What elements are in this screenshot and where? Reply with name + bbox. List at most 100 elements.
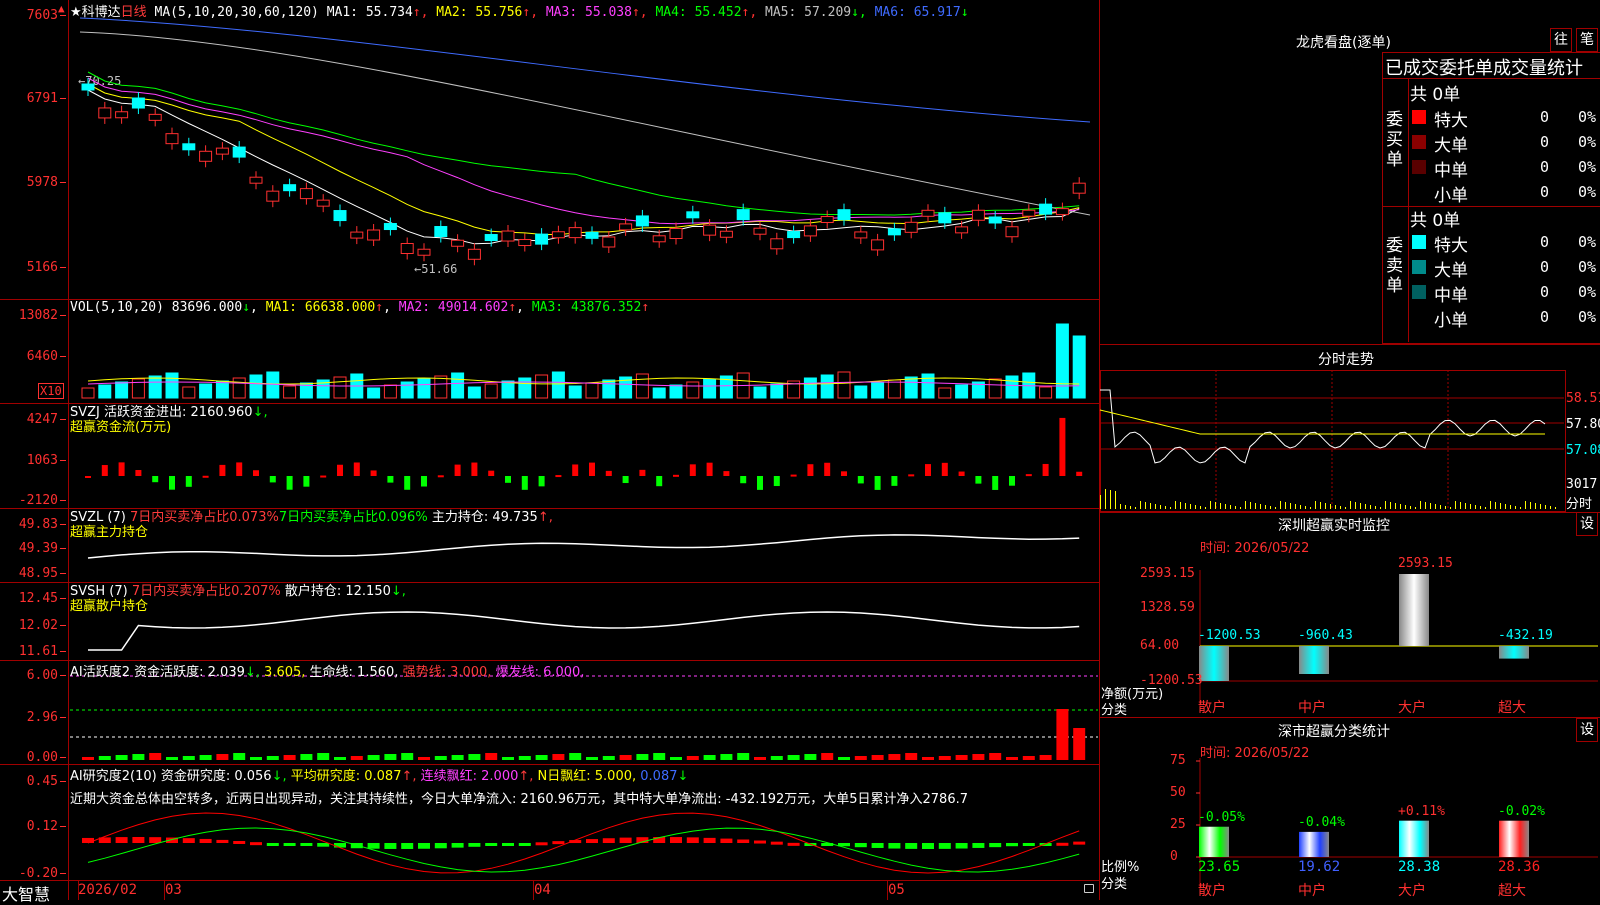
intraday-vol-89 — [1545, 505, 1546, 509]
intraday-vol-12 — [1160, 505, 1161, 509]
intraday-vol-13 — [1165, 506, 1166, 509]
monitor-axis-3: -1200.53 — [1140, 673, 1203, 688]
intraday-vol-9 — [1145, 502, 1146, 509]
monitor-bar-2 — [1399, 574, 1429, 646]
intraday-avg-line — [1099, 409, 1545, 435]
intraday-vol-81 — [1505, 504, 1506, 509]
monitor-category-1: 中户 — [1298, 700, 1326, 716]
classify-axis-2: 25 — [1170, 817, 1186, 832]
monitor-bar-1 — [1299, 646, 1329, 675]
intraday-vol-49 — [1345, 507, 1346, 509]
intraday-vol-84 — [1520, 507, 1521, 509]
intraday-vol-64 — [1420, 501, 1421, 509]
intraday-vol-43 — [1315, 501, 1316, 509]
intraday-vol-87 — [1535, 503, 1536, 509]
classify-bar-3 — [1499, 820, 1529, 857]
intraday-vol-62 — [1410, 506, 1411, 509]
intraday-vol-29 — [1245, 501, 1246, 509]
intraday-vol-3 — [1115, 491, 1116, 509]
classify-axis-3: 0 — [1170, 849, 1178, 864]
classify-bar-0 — [1199, 826, 1229, 857]
intraday-vol-1 — [1105, 489, 1106, 509]
intraday-vol-38 — [1290, 503, 1291, 509]
intraday-vol-8 — [1140, 501, 1141, 509]
intraday-vol-80 — [1500, 503, 1501, 509]
intraday-vol-32 — [1260, 504, 1261, 509]
intraday-vol-31 — [1255, 503, 1256, 509]
intraday-vol-86 — [1530, 502, 1531, 509]
intraday-vol-16 — [1180, 502, 1181, 509]
intraday-vol-28 — [1240, 507, 1241, 509]
intraday-vol-61 — [1405, 505, 1406, 509]
intraday-vol-82 — [1510, 505, 1511, 509]
monitor-category-0: 散户 — [1198, 700, 1226, 716]
intraday-vol-17 — [1185, 503, 1186, 509]
intraday-vol-71 — [1455, 501, 1456, 509]
monitor-bar-label-0: -1200.53 — [1198, 628, 1261, 643]
monitor-axis-1: 1328.59 — [1140, 600, 1195, 615]
intraday-vol-91 — [1555, 507, 1556, 509]
classify-category-1: 中户 — [1298, 883, 1326, 899]
intraday-vol-83 — [1515, 506, 1516, 509]
classify-axis-1: 50 — [1170, 785, 1186, 800]
classify-category-0: 散户 — [1198, 883, 1226, 899]
classify-value-0: 23.65 — [1198, 859, 1241, 875]
monitor-bar-0 — [1199, 646, 1229, 681]
intraday-vol-78 — [1490, 501, 1491, 509]
intraday-vol-76 — [1480, 506, 1481, 509]
intraday-vol-19 — [1195, 505, 1196, 509]
intraday-vol-15 — [1175, 501, 1176, 509]
classify-value-2: 28.38 — [1398, 859, 1441, 875]
intraday-vol-70 — [1450, 507, 1451, 509]
intraday-vol-52 — [1360, 503, 1361, 509]
intraday-vol-34 — [1270, 506, 1271, 509]
intraday-vol-58 — [1390, 502, 1391, 509]
intraday-vol-51 — [1355, 502, 1356, 509]
intraday-vol-85 — [1525, 501, 1526, 509]
classify-category-3: 超大 — [1498, 883, 1526, 899]
intraday-vol-54 — [1370, 505, 1371, 509]
intraday-vol-72 — [1460, 502, 1461, 509]
intraday-vol-39 — [1295, 504, 1296, 509]
intraday-vol-37 — [1285, 502, 1286, 509]
classify-value-1: 19.62 — [1298, 859, 1341, 875]
intraday-vol-5 — [1125, 505, 1126, 509]
classify-change-1: -0.04% — [1298, 814, 1345, 830]
monitor-axis-0: 2593.15 — [1140, 566, 1195, 581]
intraday-vol-23 — [1215, 502, 1216, 509]
intraday-vol-42 — [1310, 507, 1311, 509]
intraday-vol-65 — [1425, 502, 1426, 509]
monitor-bar-label-2: 2593.15 — [1398, 556, 1453, 571]
intraday-vol-63 — [1415, 507, 1416, 509]
intraday-vol-24 — [1220, 503, 1221, 509]
intraday-vol-79 — [1495, 502, 1496, 509]
intraday-vol-73 — [1465, 503, 1466, 509]
intraday-vol-77 — [1485, 507, 1486, 509]
intraday-vol-2 — [1110, 490, 1111, 509]
classify-bar-1 — [1299, 831, 1329, 857]
classify-category-2: 大户 — [1398, 883, 1426, 899]
intraday-vol-53 — [1365, 504, 1366, 509]
classify-bar-2 — [1399, 820, 1429, 857]
intraday-vol-56 — [1380, 507, 1381, 509]
intraday-vol-4 — [1120, 504, 1121, 509]
classify-axis-0: 75 — [1170, 753, 1186, 768]
intraday-vol-74 — [1470, 504, 1471, 509]
intraday-vol-11 — [1155, 504, 1156, 509]
intraday-vol-47 — [1335, 505, 1336, 509]
monitor-bar-label-1: -960.43 — [1298, 628, 1353, 643]
intraday-vol-68 — [1440, 505, 1441, 509]
classify-change-3: -0.02% — [1498, 803, 1545, 819]
intraday-vol-45 — [1325, 503, 1326, 509]
intraday-vol-7 — [1135, 507, 1136, 509]
intraday-vol-6 — [1130, 506, 1131, 509]
intraday-vol-67 — [1435, 504, 1436, 509]
intraday-vol-57 — [1385, 501, 1386, 509]
monitor-category-2: 大户 — [1398, 700, 1426, 716]
intraday-vol-10 — [1150, 503, 1151, 509]
intraday-vol-46 — [1330, 504, 1331, 509]
intraday-vol-22 — [1210, 501, 1211, 509]
monitor-bar-3 — [1499, 646, 1529, 659]
monitor-bar-label-3: -432.19 — [1498, 628, 1553, 643]
intraday-vol-88 — [1540, 504, 1541, 509]
